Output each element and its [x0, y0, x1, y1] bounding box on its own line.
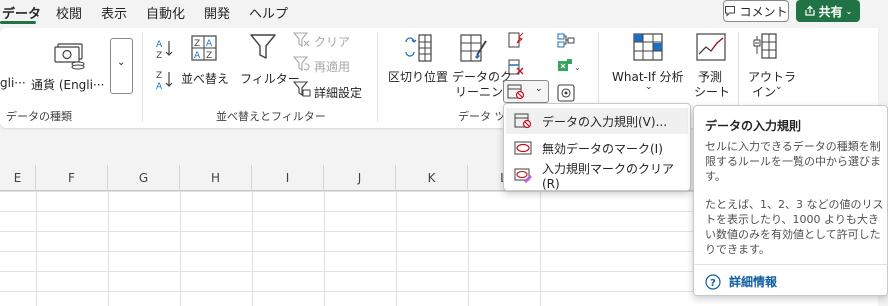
sort-icon: Z A A Z: [191, 35, 217, 61]
clear-button[interactable]: クリア: [314, 33, 350, 50]
text-to-columns-button[interactable]: 区切り位置: [388, 68, 448, 85]
svg-text:?: ?: [710, 278, 716, 289]
share-label: 共有: [818, 4, 843, 19]
tooltip-example: たとえば、1、2、3 などの値のリストを表示したり、1000 よりも大きい数値の…: [705, 198, 884, 256]
forecast-sheet-icon: [696, 33, 726, 61]
help-icon: ?: [705, 273, 721, 290]
grid-line: [180, 191, 181, 306]
data-types-gallery-expand[interactable]: ⌄: [110, 38, 133, 94]
flash-fill-small-icon[interactable]: [507, 31, 525, 49]
chevron-down-icon: ⌄: [645, 82, 653, 92]
menu-item-data-validation[interactable]: データの入力規則(V)...: [506, 108, 688, 134]
grid-line: [36, 191, 37, 306]
text-to-columns-icon: [405, 34, 432, 62]
svg-text:Z: Z: [156, 71, 162, 81]
outline-icon: [753, 33, 777, 59]
tab-view[interactable]: 表示: [101, 3, 127, 22]
remove-duplicates-icon[interactable]: [507, 58, 525, 76]
chevron-down-icon: ⌄: [775, 82, 783, 92]
grid-line: [396, 191, 397, 306]
grid-line: [252, 191, 253, 306]
tooltip-more-info-link[interactable]: ? 詳細情報: [705, 273, 777, 290]
svg-text:A: A: [156, 82, 163, 91]
tooltip-title: データの入力規則: [705, 119, 802, 133]
column-header-k[interactable]: K: [396, 165, 468, 191]
tab-data[interactable]: データ: [2, 3, 41, 22]
svg-text:Z: Z: [156, 51, 162, 60]
reapply-button[interactable]: 再適用: [314, 58, 350, 75]
clear-circles-icon: [514, 167, 532, 183]
grid-line: [468, 191, 469, 306]
sort-ascending-icon[interactable]: A Z: [155, 38, 175, 60]
chevron-down-icon: ⌄: [845, 6, 853, 16]
share-icon: [805, 5, 815, 16]
group-separator: [377, 32, 378, 122]
flash-fill-icon: [460, 34, 487, 62]
tab-developer[interactable]: 開発: [204, 3, 230, 22]
ribbon-tabs: データ 校閲 表示 自動化 開発 ヘルプ コメント 共有 ⌄: [0, 0, 888, 24]
share-button[interactable]: 共有 ⌄: [796, 0, 860, 22]
svg-text:Z: Z: [194, 39, 200, 49]
advanced-filter-icon: [293, 81, 311, 97]
clear-filter-icon: [293, 32, 310, 48]
comments-label: コメント: [739, 4, 788, 19]
grid-line: [324, 191, 325, 306]
data-validation-icon: [514, 113, 532, 129]
group-label-data-types: データの種類: [6, 110, 72, 123]
menu-item-label: 無効データのマーク(I): [542, 141, 663, 156]
svg-text:⌄: ⌄: [574, 63, 581, 72]
data-validation-menu: データの入力規則(V)... 無効データのマーク(I) 入力規則マークのクリア(…: [503, 103, 691, 191]
column-header-j[interactable]: J: [324, 165, 396, 191]
svg-text:A: A: [206, 39, 213, 49]
tooltip-divider: [694, 264, 887, 265]
grid-line: [540, 191, 541, 306]
chevron-down-icon: ⌄: [535, 84, 543, 94]
advanced-button[interactable]: 詳細設定: [314, 84, 362, 101]
currency-label[interactable]: 通貨 (Engli···: [31, 76, 104, 93]
column-header-e[interactable]: E: [0, 165, 36, 191]
currency-icon: [54, 43, 85, 70]
manage-data-model-icon[interactable]: [557, 84, 575, 102]
filter-button[interactable]: フィルター: [240, 70, 300, 87]
column-header-h[interactable]: H: [180, 165, 252, 191]
filter-icon: [250, 34, 276, 59]
active-tab-indicator: [0, 21, 36, 24]
sort-descending-icon[interactable]: Z A: [155, 69, 175, 91]
comments-button[interactable]: コメント: [723, 0, 789, 22]
data-validation-tooltip: データの入力規則 セルに入力できるデータの種類を制限するルールを一覧の中から選び…: [693, 105, 888, 296]
group-label-sort-filter: 並べ替えとフィルター: [216, 110, 326, 123]
data-validation-split-button[interactable]: ⌄: [503, 80, 549, 103]
menu-item-label: データの入力規則(V)...: [542, 114, 668, 129]
stocks-label[interactable]: gli···: [0, 76, 26, 90]
menu-item-clear-circles[interactable]: 入力規則マークのクリア(R): [506, 161, 688, 191]
tab-help[interactable]: ヘルプ: [249, 3, 288, 22]
column-header-f[interactable]: F: [36, 165, 108, 191]
circle-invalid-icon: [514, 140, 532, 156]
consolidate-icon[interactable]: [557, 32, 575, 50]
svg-text:A: A: [156, 40, 163, 50]
relationships-icon[interactable]: ⌄: [557, 58, 581, 76]
tooltip-link-label: 詳細情報: [729, 275, 778, 289]
column-header-g[interactable]: G: [108, 165, 180, 191]
group-separator: [142, 32, 143, 122]
svg-text:Z: Z: [206, 51, 212, 61]
comment-icon: [725, 6, 736, 17]
reapply-icon: [293, 56, 310, 72]
tab-review[interactable]: 校閲: [56, 3, 82, 22]
menu-item-label: 入力規則マークのクリア(R): [542, 161, 675, 191]
tab-automate[interactable]: 自動化: [146, 3, 185, 22]
data-validation-icon: [507, 84, 525, 100]
chevron-down-icon: ⌄: [117, 57, 126, 68]
outline-label-2[interactable]: イン: [752, 83, 776, 100]
grid-line: [108, 191, 109, 306]
column-header-i[interactable]: I: [252, 165, 324, 191]
what-if-analysis-icon: [633, 33, 663, 61]
svg-text:A: A: [194, 51, 201, 61]
group-label-data-tools: データ ツ: [458, 110, 506, 123]
forecast-label-2[interactable]: シート: [694, 83, 730, 100]
menu-item-circle-invalid[interactable]: 無効データのマーク(I): [506, 135, 688, 161]
tooltip-description: セルに入力できるデータの種類を制限するルールを一覧の中から選びます。: [705, 140, 881, 183]
sort-button[interactable]: 並べ替え: [181, 70, 229, 87]
